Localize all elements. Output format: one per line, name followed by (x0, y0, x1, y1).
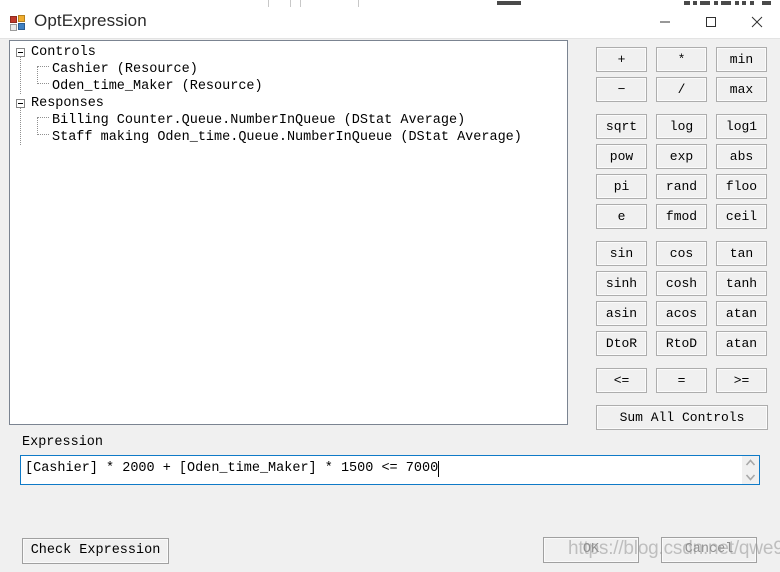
keypad-row: DtoR RtoD atan (596, 331, 768, 356)
operator-keypad: + * min − / max sqrt log log1 pow exp ab… (596, 47, 768, 435)
op-equal-button[interactable]: = (656, 368, 707, 393)
scroll-down-icon[interactable] (742, 470, 759, 484)
app-form-icon (10, 15, 26, 31)
tree-node-label: Billing Counter.Queue.NumberInQueue (DSt… (52, 113, 466, 128)
fn-sinh-button[interactable]: sinh (596, 271, 647, 296)
fn-sin-button[interactable]: sin (596, 241, 647, 266)
tree-node-label: Cashier (Resource) (52, 62, 198, 77)
fn-abs-button[interactable]: abs (716, 144, 767, 169)
fn-log10-button[interactable]: log1 (716, 114, 767, 139)
fn-ceil-button[interactable]: ceil (716, 204, 767, 229)
fn-floor-button[interactable]: floo (716, 174, 767, 199)
fn-min-button[interactable]: min (716, 47, 767, 72)
sum-all-controls-button[interactable]: Sum All Controls (596, 405, 768, 430)
maximize-icon[interactable] (688, 7, 734, 37)
tree-node-staff-making-oden-time[interactable]: Staff making Oden_time.Queue.NumberInQue… (10, 129, 567, 146)
minimize-icon[interactable] (642, 7, 688, 37)
tree-node-billing-counter[interactable]: Billing Counter.Queue.NumberInQueue (DSt… (10, 112, 567, 129)
collapse-minus-icon[interactable] (16, 48, 25, 57)
const-e-button[interactable]: e (596, 204, 647, 229)
keypad-row: pow exp abs (596, 144, 768, 169)
tree-node-label: Oden_time_Maker (Resource) (52, 79, 263, 94)
op-plus-button[interactable]: + (596, 47, 647, 72)
tree-node-cashier[interactable]: Cashier (Resource) (10, 61, 567, 78)
fn-acos-button[interactable]: acos (656, 301, 707, 326)
fn-atan-button[interactable]: atan (716, 301, 767, 326)
fn-rand-button[interactable]: rand (656, 174, 707, 199)
keypad-row: <= = >= (596, 368, 768, 393)
expression-scrollbar[interactable] (742, 456, 759, 484)
text-caret (438, 461, 439, 477)
window-title: OptExpression (34, 11, 147, 30)
fn-exp-button[interactable]: exp (656, 144, 707, 169)
op-less-equal-button[interactable]: <= (596, 368, 647, 393)
window-titlebar: OptExpression (0, 7, 780, 39)
keypad-row: e fmod ceil (596, 204, 768, 229)
cancel-button[interactable]: Cancel (661, 537, 757, 563)
fn-rtod-button[interactable]: RtoD (656, 331, 707, 356)
fn-asin-button[interactable]: asin (596, 301, 647, 326)
fn-dtor-button[interactable]: DtoR (596, 331, 647, 356)
keypad-row: − / max (596, 77, 768, 102)
fn-max-button[interactable]: max (716, 77, 767, 102)
tree-node-controls[interactable]: Controls (10, 44, 567, 61)
tree-node-label: Responses (31, 96, 104, 111)
keypad-row: Sum All Controls (596, 405, 768, 430)
keypad-row: pi rand floo (596, 174, 768, 199)
fn-tanh-button[interactable]: tanh (716, 271, 767, 296)
op-multiply-button[interactable]: * (656, 47, 707, 72)
ok-button[interactable]: OK (543, 537, 639, 563)
expression-label: Expression (22, 435, 104, 450)
fn-atan2-button[interactable]: atan (716, 331, 767, 356)
collapse-minus-icon[interactable] (16, 99, 25, 108)
op-minus-button[interactable]: − (596, 77, 647, 102)
keypad-row: sqrt log log1 (596, 114, 768, 139)
op-greater-equal-button[interactable]: >= (716, 368, 767, 393)
tree-node-responses[interactable]: Responses (10, 95, 567, 112)
op-divide-button[interactable]: / (656, 77, 707, 102)
fn-cos-button[interactable]: cos (656, 241, 707, 266)
const-pi-button[interactable]: pi (596, 174, 647, 199)
tree-node-oden-time-maker[interactable]: Oden_time_Maker (Resource) (10, 78, 567, 95)
check-expression-button[interactable]: Check Expression (22, 538, 169, 564)
fn-sqrt-button[interactable]: sqrt (596, 114, 647, 139)
close-icon[interactable] (734, 7, 780, 37)
tree-node-label: Controls (31, 45, 96, 60)
tree-node-label: Staff making Oden_time.Queue.NumberInQue… (52, 130, 522, 145)
scroll-up-icon[interactable] (742, 456, 759, 470)
fn-tan-button[interactable]: tan (716, 241, 767, 266)
keypad-row: sin cos tan (596, 241, 768, 266)
expression-value: [Cashier] * 2000 + [Oden_time_Maker] * 1… (25, 461, 439, 476)
expression-input[interactable]: [Cashier] * 2000 + [Oden_time_Maker] * 1… (20, 455, 760, 485)
model-elements-treeview[interactable]: Controls Cashier (Resource) Oden_time_Ma… (9, 40, 568, 425)
keypad-row: asin acos atan (596, 301, 768, 326)
fn-cosh-button[interactable]: cosh (656, 271, 707, 296)
fn-pow-button[interactable]: pow (596, 144, 647, 169)
fn-log-button[interactable]: log (656, 114, 707, 139)
fn-fmod-button[interactable]: fmod (656, 204, 707, 229)
keypad-row: sinh cosh tanh (596, 271, 768, 296)
keypad-row: + * min (596, 47, 768, 72)
